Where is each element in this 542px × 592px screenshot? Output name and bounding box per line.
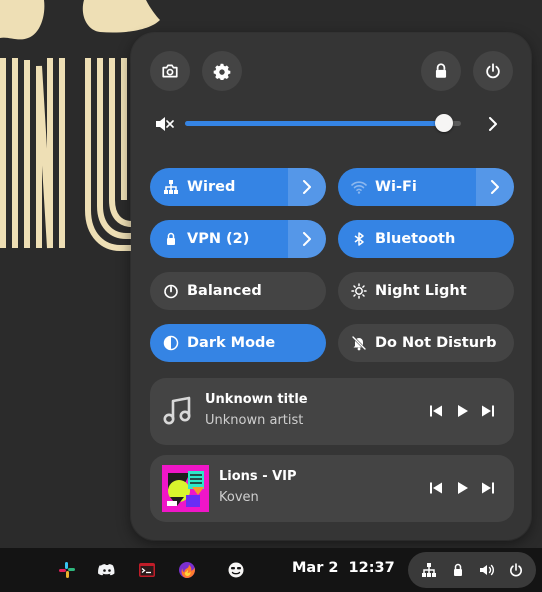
tile-wired-menu-button[interactable] bbox=[288, 168, 326, 206]
volume-menu-arrow[interactable] bbox=[480, 112, 506, 136]
chevron-right-icon bbox=[303, 232, 311, 246]
tile-wifi[interactable]: Wi-Fi bbox=[338, 168, 514, 206]
power-profile-icon bbox=[164, 284, 178, 299]
album-art bbox=[162, 465, 209, 512]
chevron-right-icon bbox=[491, 180, 499, 194]
network-wired-icon bbox=[421, 563, 436, 577]
network-wired-icon bbox=[164, 180, 178, 194]
tile-night-light[interactable]: Night Light bbox=[338, 272, 514, 310]
tile-wifi-menu-button[interactable] bbox=[476, 168, 514, 206]
media-player-koven[interactable]: Lions - VIP Koven bbox=[150, 455, 514, 522]
terminal-icon bbox=[139, 563, 155, 577]
lock-button[interactable] bbox=[421, 51, 461, 91]
discord-icon bbox=[98, 564, 115, 576]
skip-next-icon bbox=[482, 482, 494, 494]
taskbar-app-discord[interactable] bbox=[97, 560, 117, 580]
clock[interactable]: Mar 2 12:37 bbox=[292, 560, 405, 576]
taskbar: Mar 2 12:37 bbox=[0, 548, 542, 592]
vpn-lock-icon bbox=[167, 232, 175, 245]
skip-next-icon bbox=[482, 405, 494, 417]
clock-time: 12:37 bbox=[348, 560, 395, 576]
night-light-icon bbox=[351, 283, 367, 299]
previous-button[interactable] bbox=[427, 479, 445, 497]
music-note-icon bbox=[163, 396, 191, 425]
media-artist: Koven bbox=[219, 490, 259, 505]
skip-previous-icon bbox=[430, 482, 442, 494]
tile-bluetooth[interactable]: Bluetooth bbox=[338, 220, 514, 258]
volume-slider[interactable] bbox=[185, 114, 461, 132]
play-icon bbox=[458, 482, 468, 494]
power-icon bbox=[509, 563, 522, 577]
wifi-icon bbox=[351, 181, 367, 194]
tile-label: Bluetooth bbox=[375, 231, 456, 247]
lock-icon bbox=[435, 63, 447, 78]
tile-wired[interactable]: Wired bbox=[150, 168, 326, 206]
power-button[interactable] bbox=[473, 51, 513, 91]
previous-button[interactable] bbox=[427, 402, 445, 420]
next-button[interactable] bbox=[479, 479, 497, 497]
skip-previous-icon bbox=[430, 405, 442, 417]
power-icon bbox=[486, 63, 500, 79]
quick-settings-panel: Wired Wi-Fi VPN (2) Bluetooth Balanced N… bbox=[131, 33, 531, 540]
tile-label: Do Not Disturb bbox=[375, 335, 497, 351]
volume-icon bbox=[479, 564, 494, 576]
chevron-right-icon bbox=[489, 117, 497, 131]
taskbar-app-emoji[interactable] bbox=[226, 560, 246, 580]
tile-label: VPN (2) bbox=[187, 231, 250, 247]
settings-icon bbox=[213, 63, 231, 80]
tile-label: Wi-Fi bbox=[375, 179, 417, 195]
dark-mode-icon bbox=[163, 335, 179, 351]
next-button[interactable] bbox=[479, 402, 497, 420]
settings-button[interactable] bbox=[202, 51, 242, 91]
notifications-off-icon bbox=[352, 336, 366, 351]
media-title: Unknown title bbox=[205, 392, 308, 407]
tile-do-not-disturb[interactable]: Do Not Disturb bbox=[338, 324, 514, 362]
tile-label: Wired bbox=[187, 179, 236, 195]
tile-dark-mode[interactable]: Dark Mode bbox=[150, 324, 326, 362]
slack-icon bbox=[59, 562, 75, 578]
tile-label: Dark Mode bbox=[187, 335, 276, 351]
media-artist: Unknown artist bbox=[205, 413, 304, 428]
bluetooth-icon bbox=[354, 232, 364, 246]
system-tray[interactable] bbox=[408, 552, 536, 588]
play-button[interactable] bbox=[453, 402, 471, 420]
taskbar-app-terminal[interactable] bbox=[137, 560, 157, 580]
volume-slider-fill bbox=[185, 121, 445, 126]
taskbar-app-slack[interactable] bbox=[57, 560, 77, 580]
play-button[interactable] bbox=[453, 479, 471, 497]
tile-label: Night Light bbox=[375, 283, 467, 299]
firefox-icon bbox=[179, 562, 195, 578]
chevron-right-icon bbox=[303, 180, 311, 194]
emoji-app-icon bbox=[228, 562, 244, 578]
tile-label: Balanced bbox=[187, 283, 262, 299]
clock-date: Mar 2 bbox=[292, 560, 339, 576]
screenshot-button[interactable] bbox=[150, 51, 190, 91]
media-title: Lions - VIP bbox=[219, 469, 297, 484]
screenshot-icon bbox=[162, 64, 178, 78]
media-player-unknown[interactable]: Unknown title Unknown artist bbox=[150, 378, 514, 445]
tile-power-profile[interactable]: Balanced bbox=[150, 272, 326, 310]
tile-vpn-menu-button[interactable] bbox=[288, 220, 326, 258]
play-icon bbox=[458, 405, 468, 417]
vpn-lock-icon bbox=[453, 563, 462, 576]
speaker-muted-icon[interactable] bbox=[153, 114, 175, 134]
taskbar-app-firefox[interactable] bbox=[177, 560, 197, 580]
tile-vpn[interactable]: VPN (2) bbox=[150, 220, 326, 258]
volume-slider-knob[interactable] bbox=[435, 114, 454, 132]
